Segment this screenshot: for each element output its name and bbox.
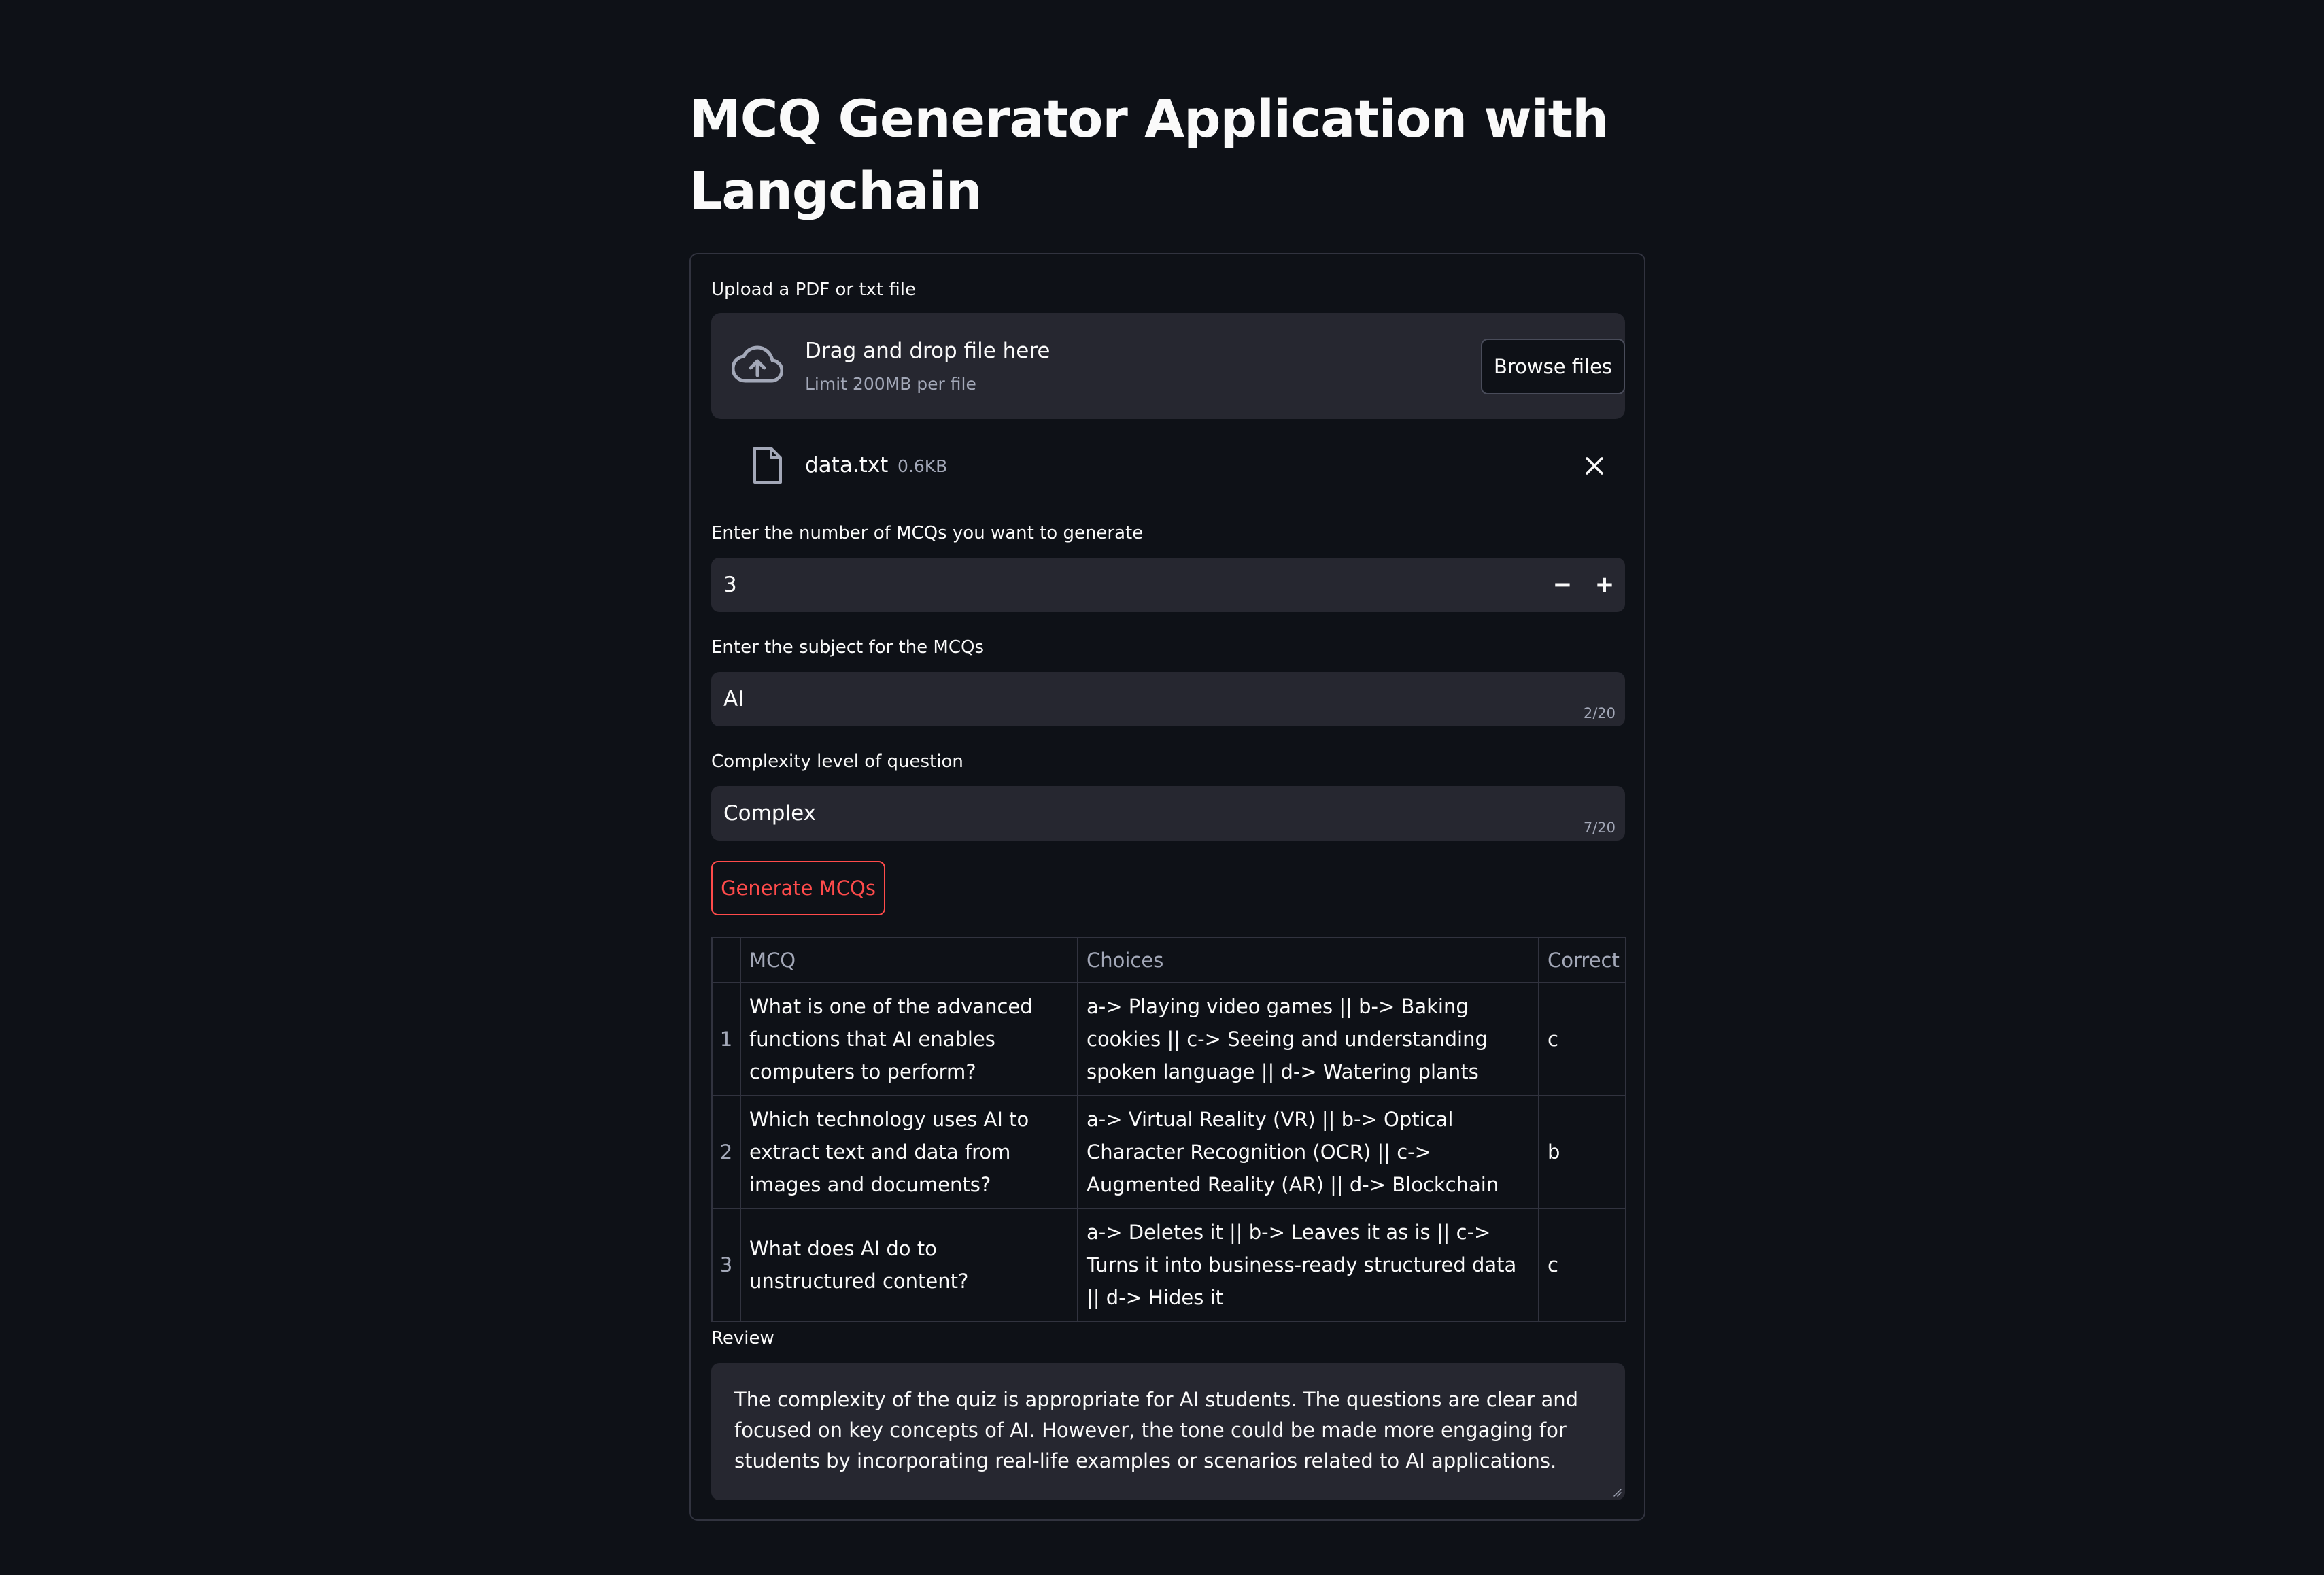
uploaded-file: data.txt 0.6KB bbox=[711, 433, 1625, 498]
header-index bbox=[711, 937, 741, 983]
header-mcq[interactable]: MCQ bbox=[740, 937, 1078, 983]
complexity-input[interactable]: Complex 7/20 bbox=[711, 786, 1625, 841]
page-title: MCQ Generator Application with Langchain bbox=[689, 88, 1609, 221]
table-row: 3 What does AI do to unstructured conten… bbox=[711, 1208, 1626, 1322]
subject-label: Enter the subject for the MCQs bbox=[711, 637, 985, 658]
resize-grip-icon[interactable] bbox=[1611, 1487, 1622, 1497]
complexity-char-counter: 7/20 bbox=[1583, 819, 1616, 836]
correct-cell[interactable]: c bbox=[1538, 982, 1626, 1096]
close-icon[interactable] bbox=[1583, 454, 1606, 477]
increment-button[interactable]: + bbox=[1584, 558, 1625, 612]
table-row: 2 Which technology uses AI to extract te… bbox=[711, 1095, 1626, 1209]
dropzone-limit: Limit 200MB per file bbox=[805, 374, 976, 394]
mcq-table: MCQ Choices Correct 1 What is one of the… bbox=[711, 937, 1626, 1322]
review-textarea[interactable]: The complexity of the quiz is appropriat… bbox=[711, 1363, 1625, 1500]
mcq-cell[interactable]: Which technology uses AI to extract text… bbox=[740, 1095, 1078, 1209]
header-choices[interactable]: Choices bbox=[1077, 937, 1539, 983]
row-index: 3 bbox=[711, 1208, 741, 1322]
generate-mcqs-button[interactable]: Generate MCQs bbox=[711, 861, 885, 915]
mcq-count-label: Enter the number of MCQs you want to gen… bbox=[711, 523, 1144, 543]
file-icon bbox=[753, 447, 782, 484]
correct-cell[interactable]: c bbox=[1538, 1208, 1626, 1322]
correct-cell[interactable]: b bbox=[1538, 1095, 1626, 1209]
mcq-count-input[interactable]: 3 − + bbox=[711, 558, 1625, 612]
browse-files-button[interactable]: Browse files bbox=[1481, 339, 1625, 394]
review-label: Review bbox=[711, 1328, 774, 1349]
choices-cell[interactable]: a-> Virtual Reality (VR) || b-> Optical … bbox=[1077, 1095, 1539, 1209]
choices-cell[interactable]: a-> Playing video games || b-> Baking co… bbox=[1077, 982, 1539, 1096]
complexity-value: Complex bbox=[723, 801, 816, 826]
mcq-count-value: 3 bbox=[723, 573, 737, 597]
file-name: data.txt bbox=[805, 453, 889, 477]
file-size: 0.6KB bbox=[898, 456, 948, 476]
row-index: 1 bbox=[711, 982, 741, 1096]
table-header-row: MCQ Choices Correct bbox=[711, 937, 1626, 983]
mcq-form: Upload a PDF or txt file Drag and drop f… bbox=[689, 253, 1645, 1521]
header-correct[interactable]: Correct bbox=[1538, 937, 1626, 983]
subject-input[interactable]: AI 2/20 bbox=[711, 672, 1625, 726]
mcq-cell[interactable]: What does AI do to unstructured content? bbox=[740, 1208, 1078, 1322]
cloud-upload-icon bbox=[732, 345, 783, 383]
table-row: 1 What is one of the advanced functions … bbox=[711, 982, 1626, 1096]
row-index: 2 bbox=[711, 1095, 741, 1209]
subject-char-counter: 2/20 bbox=[1583, 705, 1616, 722]
review-text: The complexity of the quiz is appropriat… bbox=[734, 1388, 1579, 1472]
mcq-cell[interactable]: What is one of the advanced functions th… bbox=[740, 982, 1078, 1096]
complexity-label: Complexity level of question bbox=[711, 751, 963, 772]
decrement-button[interactable]: − bbox=[1542, 558, 1583, 612]
subject-value: AI bbox=[723, 687, 745, 711]
dropzone-title: Drag and drop file here bbox=[805, 339, 1050, 363]
upload-label: Upload a PDF or txt file bbox=[711, 280, 916, 300]
choices-cell[interactable]: a-> Deletes it || b-> Leaves it as is ||… bbox=[1077, 1208, 1539, 1322]
file-dropzone[interactable]: Drag and drop file here Limit 200MB per … bbox=[711, 313, 1625, 419]
